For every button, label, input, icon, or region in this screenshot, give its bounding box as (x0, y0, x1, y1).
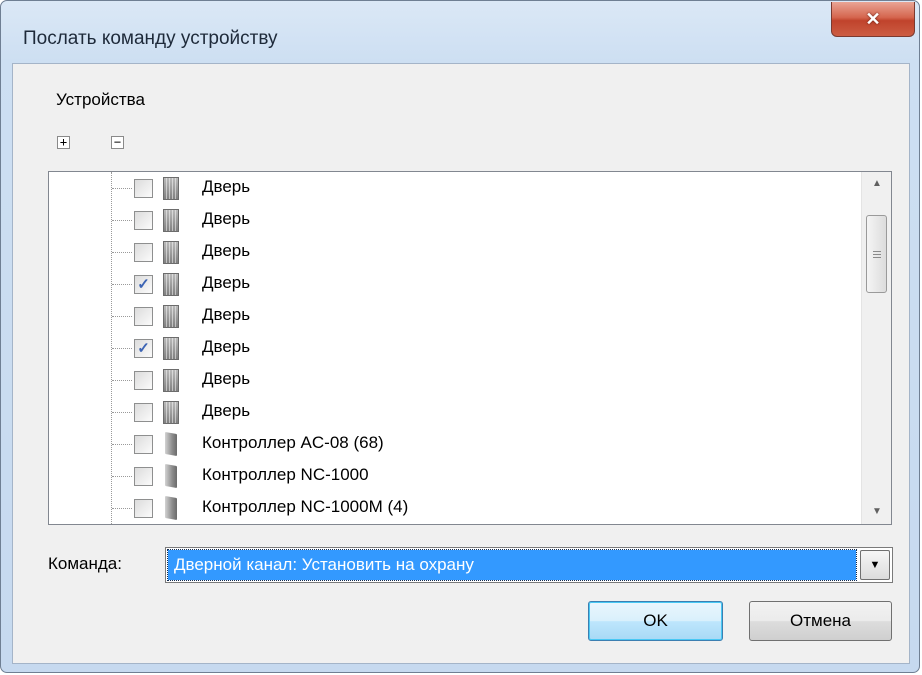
tree-item-checkbox[interactable] (134, 403, 153, 422)
controller-icon (165, 431, 177, 457)
checkmark-icon: ✓ (137, 276, 150, 293)
tree-branch-line (112, 252, 132, 253)
tree-branch-line (112, 380, 132, 381)
tree-item-checkbox[interactable]: ✓ (134, 275, 153, 294)
grip-icon (873, 251, 881, 252)
tree-item-label: Дверь (202, 241, 251, 260)
tree-branch-line (112, 284, 132, 285)
tree-item-label: Контроллер NC-1000M (4) (202, 497, 409, 516)
devices-tree[interactable]: Дверь Дверь Дверь ✓ Дверь Дверь ✓ Дверь … (48, 171, 892, 525)
tree-item-checkbox[interactable] (134, 467, 153, 486)
tree-item-checkbox[interactable] (134, 499, 153, 518)
tree-branch-line (112, 188, 132, 189)
tree-item-controller[interactable]: Контроллер NC-1000 (49, 460, 859, 492)
tree-item-checkbox[interactable]: ✓ (134, 339, 153, 358)
door-icon (163, 273, 179, 296)
close-button[interactable]: ✕ (831, 2, 915, 37)
tree-branch-line (112, 412, 132, 413)
chevron-down-icon: ▼ (869, 559, 881, 571)
door-icon (163, 337, 179, 360)
command-label: Команда: (48, 554, 122, 573)
door-icon (163, 369, 179, 392)
tree-item-label: Дверь (202, 209, 251, 228)
cancel-button[interactable]: Отмена (749, 601, 892, 641)
vertical-scrollbar[interactable]: ▲ ▼ (861, 172, 891, 524)
scroll-up-icon[interactable]: ▲ (862, 172, 891, 196)
tree-item-label: Дверь (202, 273, 251, 292)
tree-branch-line (112, 348, 132, 349)
scrollbar-thumb[interactable] (866, 215, 887, 293)
minus-icon: − (113, 135, 122, 149)
scroll-down-icon[interactable]: ▼ (862, 500, 891, 524)
door-icon (163, 177, 179, 200)
controller-icon (165, 495, 177, 521)
tree-item-checkbox[interactable] (134, 371, 153, 390)
tree-item-label: Контроллер NC-1000 (202, 465, 369, 484)
plus-icon: + (59, 135, 68, 149)
checkmark-icon: ✓ (137, 340, 150, 357)
command-select-value[interactable]: Дверной канал: Установить на охрану (167, 549, 857, 581)
tree-item-label: Дверь (202, 369, 251, 388)
tree-item-checkbox[interactable] (134, 307, 153, 326)
tree-branch-line (112, 316, 132, 317)
dialog-title: Послать команду устройству (23, 28, 278, 49)
tree-branch-line (112, 476, 132, 477)
tree-item-label: Дверь (202, 305, 251, 324)
door-icon (163, 209, 179, 232)
tree-item-door[interactable]: Дверь (49, 236, 859, 268)
tree-item-controller[interactable]: Контроллер AC-08 (68) (49, 428, 859, 460)
tree-item-door[interactable]: Дверь (49, 172, 859, 204)
door-icon (163, 241, 179, 264)
tree-item-label: Дверь (202, 177, 251, 196)
dialog-window: Послать команду устройству ✕ Устройства … (0, 0, 920, 673)
collapse-all-button[interactable]: − (111, 136, 124, 149)
tree-item-label: Дверь (202, 401, 251, 420)
tree-item-label: Дверь (202, 337, 251, 356)
command-dropdown-button[interactable]: ▼ (860, 550, 890, 580)
tree-item-door[interactable]: Дверь (49, 300, 859, 332)
door-icon (163, 401, 179, 424)
ok-button[interactable]: OK (588, 601, 723, 641)
close-icon: ✕ (865, 8, 881, 29)
tree-item-checkbox[interactable] (134, 211, 153, 230)
tree-branch-line (112, 508, 132, 509)
door-icon (163, 305, 179, 328)
tree-item-door[interactable]: Дверь (49, 396, 859, 428)
expand-all-button[interactable]: + (57, 136, 70, 149)
tree-item-door[interactable]: ✓ Дверь (49, 332, 859, 364)
tree-branch-line (112, 444, 132, 445)
tree-item-door[interactable]: Дверь (49, 364, 859, 396)
command-select[interactable]: Дверной канал: Установить на охрану ▼ (165, 547, 893, 583)
tree-item-door[interactable]: ✓ Дверь (49, 268, 859, 300)
tree-item-checkbox[interactable] (134, 435, 153, 454)
tree-item-checkbox[interactable] (134, 179, 153, 198)
tree-item-door[interactable]: Дверь (49, 204, 859, 236)
tree-item-checkbox[interactable] (134, 243, 153, 262)
tree-item-label: Контроллер AC-08 (68) (202, 433, 384, 452)
tree-branch-line (112, 220, 132, 221)
tree-item-controller[interactable]: Контроллер NC-1000M (4) (49, 492, 859, 524)
controller-icon (165, 463, 177, 489)
devices-label: Устройства (56, 90, 145, 109)
